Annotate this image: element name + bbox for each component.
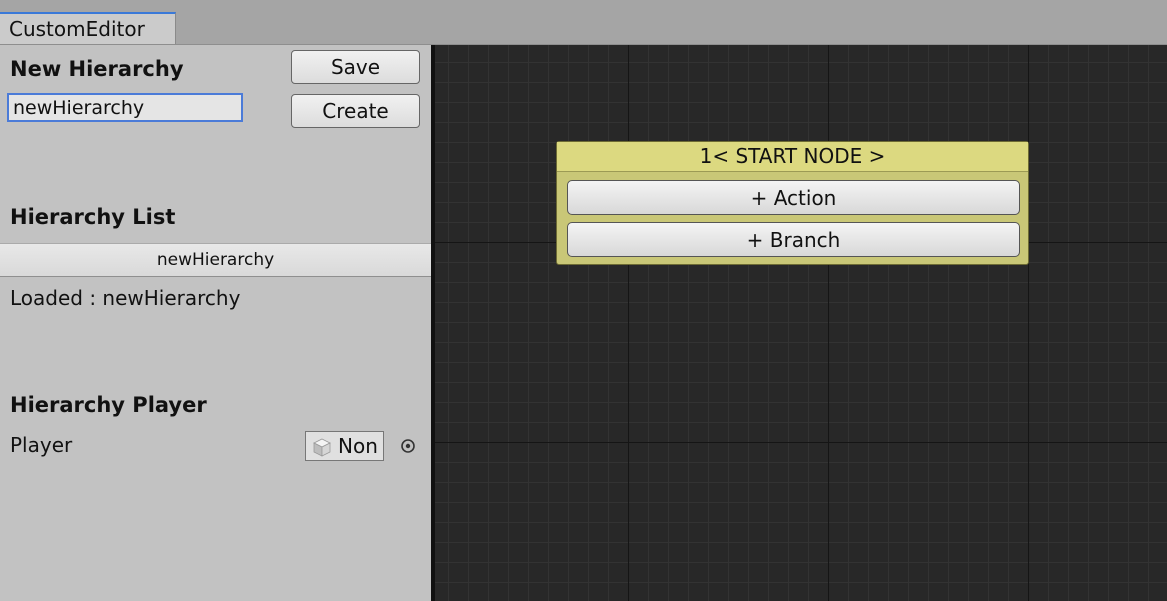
new-hierarchy-heading: New Hierarchy	[10, 57, 184, 81]
save-button[interactable]: Save	[291, 50, 420, 84]
loaded-status: Loaded : newHierarchy	[10, 286, 241, 310]
add-action-button[interactable]: + Action	[567, 180, 1020, 215]
create-button[interactable]: Create	[291, 94, 420, 128]
hierarchy-list-item[interactable]: newHierarchy	[0, 243, 431, 277]
player-label: Player	[10, 433, 73, 457]
hierarchy-list-heading: Hierarchy List	[10, 205, 176, 229]
tab-custom-editor[interactable]: CustomEditor	[0, 12, 176, 44]
start-node[interactable]: 1< START NODE > + Action + Branch	[556, 141, 1029, 265]
node-graph-canvas[interactable]	[435, 45, 1167, 601]
hierarchy-name-input[interactable]	[7, 93, 243, 122]
cube-icon	[313, 438, 331, 457]
add-branch-button[interactable]: + Branch	[567, 222, 1020, 257]
object-picker-icon[interactable]	[400, 438, 416, 454]
start-node-title[interactable]: 1< START NODE >	[557, 142, 1028, 172]
inspector-panel: New Hierarchy Save Create Hierarchy List…	[0, 45, 431, 601]
window-titlebar: CustomEditor	[0, 0, 1167, 45]
hierarchy-player-heading: Hierarchy Player	[10, 393, 207, 417]
player-object-value: Non	[338, 434, 378, 458]
player-object-field[interactable]: Non	[305, 431, 384, 461]
